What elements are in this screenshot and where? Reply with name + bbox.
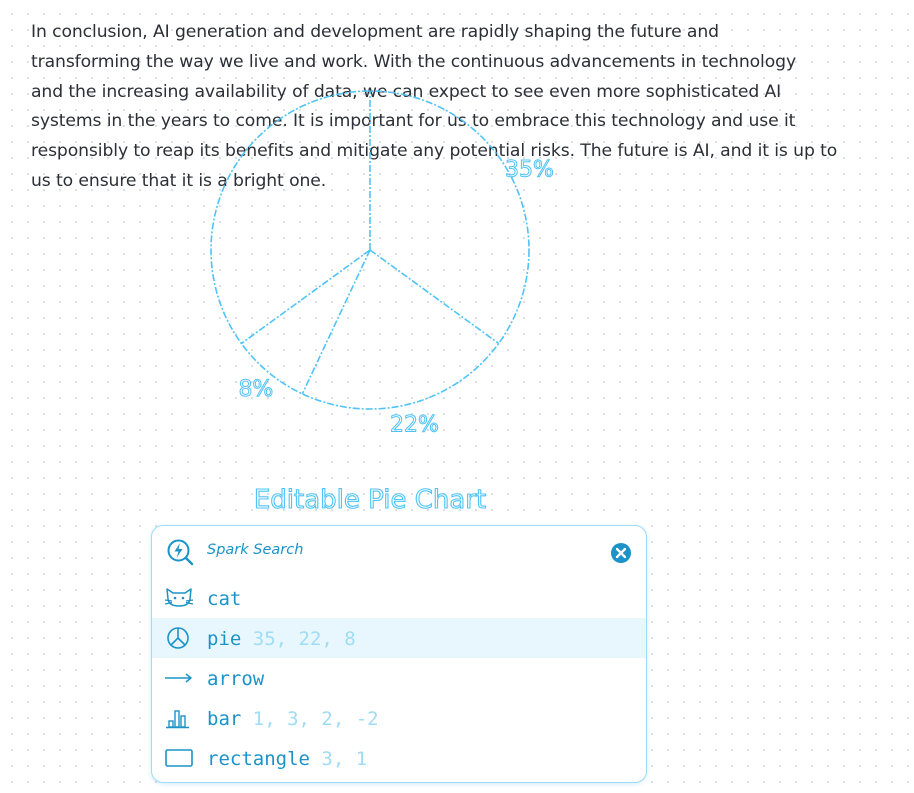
result-name: arrow xyxy=(207,668,265,690)
result-item-bar[interactable]: bar 1, 3, 2, -2 xyxy=(152,698,646,738)
pie-slice-label: 8% xyxy=(238,377,273,402)
result-item-cat[interactable]: cat xyxy=(152,578,646,618)
spark-search-icon xyxy=(167,539,194,566)
result-name: rectangle 3, 1 xyxy=(207,748,368,770)
rectangle-icon xyxy=(165,749,193,767)
result-item-arrow[interactable]: arrow xyxy=(152,658,646,698)
pie-chart[interactable]: 35% 22% 8% Editable Pie Chart xyxy=(150,78,590,523)
result-args: 1, 3, 2, -2 xyxy=(252,708,379,730)
spark-search-results: cat pie 35, 22, 8 arrow bar 1, 3, 2, -2 … xyxy=(152,578,646,778)
pie-slice-label: 35% xyxy=(505,158,554,183)
result-item-pie[interactable]: pie 35, 22, 8 xyxy=(152,618,646,658)
pie-chart-icon xyxy=(167,627,189,649)
result-item-rectangle[interactable]: rectangle 3, 1 xyxy=(152,738,646,778)
arrow-icon xyxy=(165,673,192,683)
bar-chart-icon xyxy=(166,710,189,729)
result-args: 35, 22, 8 xyxy=(252,628,356,650)
result-name: bar 1, 3, 2, -2 xyxy=(207,708,379,730)
paragraph-line: In conclusion, AI generation and develop… xyxy=(31,22,719,42)
close-icon[interactable] xyxy=(610,542,632,564)
pie-slices xyxy=(210,90,530,410)
paragraph-line: transforming the way we live and work. W… xyxy=(31,51,797,72)
result-args: 3, 1 xyxy=(321,748,368,770)
spark-search-title: Spark Search xyxy=(207,542,304,558)
spark-search-panel: Spark Search cat pie 35, 22, 8 arrow bar… xyxy=(151,525,647,783)
cat-icon xyxy=(164,588,194,607)
spark-search-header: Spark Search xyxy=(152,526,646,578)
pie-slice-label: 22% xyxy=(390,412,439,437)
result-name: pie 35, 22, 8 xyxy=(207,628,356,650)
chart-title: Editable Pie Chart xyxy=(254,485,486,515)
result-name: cat xyxy=(207,588,242,610)
